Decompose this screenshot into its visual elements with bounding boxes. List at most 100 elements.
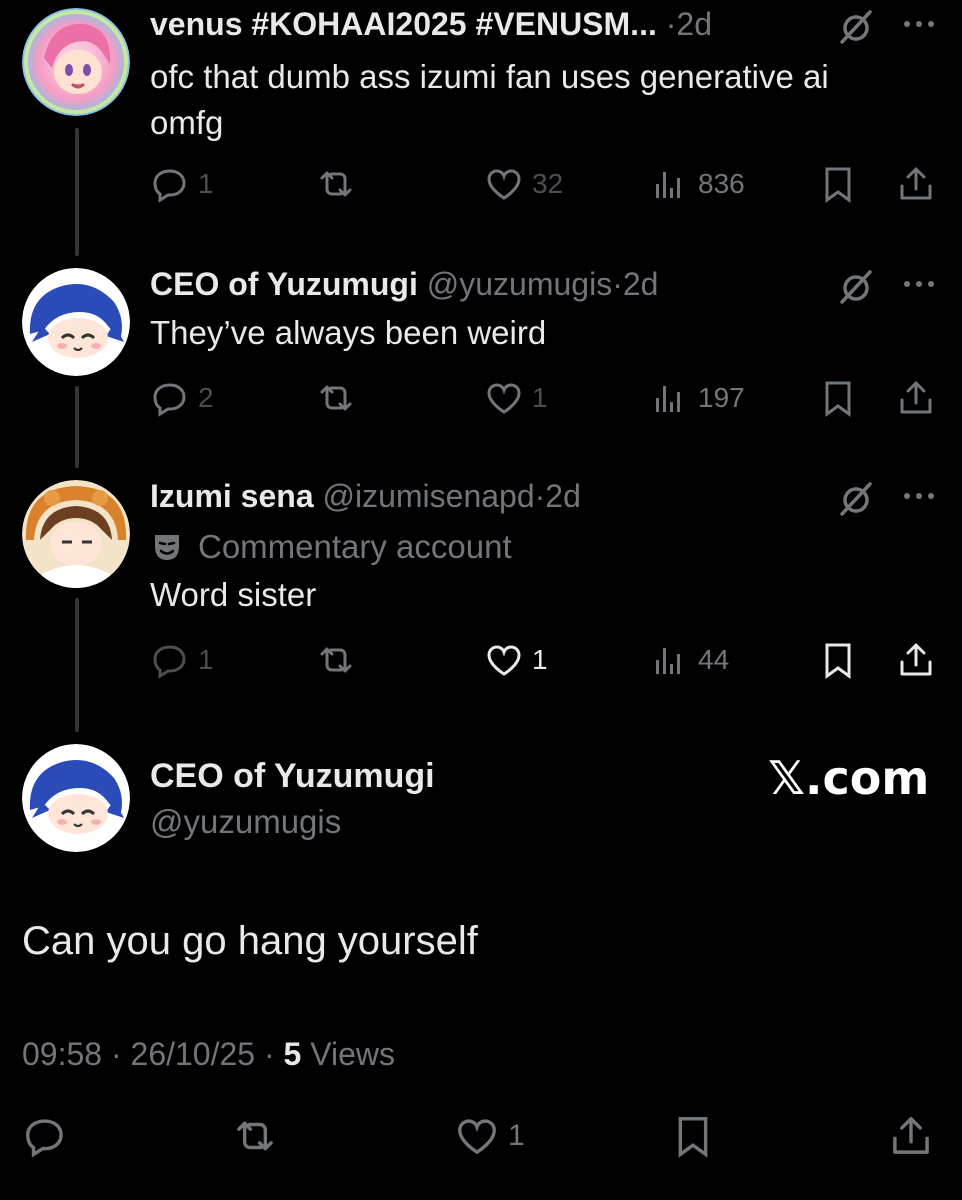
tweet-header: Izumi sena @izumisenapd·2d: [150, 476, 581, 516]
more-icon[interactable]: [898, 476, 940, 516]
views-label: Views: [310, 1036, 395, 1072]
like-button[interactable]: 1: [484, 638, 548, 682]
timestamp[interactable]: 2d: [623, 266, 659, 302]
heart-icon: [487, 383, 521, 414]
views-count: 44: [698, 644, 730, 675]
reply-icon: [153, 383, 186, 417]
grok-icon[interactable]: [836, 266, 876, 306]
tweet-text: They’ve always been weird: [150, 314, 547, 351]
separator: ·: [612, 266, 623, 302]
views-count: 836: [698, 168, 745, 199]
display-name[interactable]: Izumi sena: [150, 478, 314, 514]
avatar[interactable]: [22, 744, 130, 852]
repost-button[interactable]: [316, 376, 356, 420]
thread-line: [75, 598, 79, 732]
reply-button[interactable]: [22, 1112, 68, 1160]
thread-line: [75, 386, 79, 468]
repost-button[interactable]: [316, 162, 356, 206]
views-button[interactable]: 44: [650, 638, 729, 682]
bookmark-button[interactable]: [818, 162, 858, 206]
views-button[interactable]: 197: [650, 376, 745, 420]
share-icon: [893, 1117, 929, 1154]
display-name[interactable]: venus #KOHAAI2025 #VENUSM...: [150, 6, 657, 42]
reply-icon: [153, 169, 186, 203]
display-name[interactable]: CEO of Yuzumugi: [150, 266, 418, 302]
handle[interactable]: @yuzumugis: [150, 802, 341, 842]
handle[interactable]: @yuzumugis: [427, 266, 612, 302]
separator: ·: [665, 6, 677, 42]
grok-icon[interactable]: [836, 6, 876, 46]
separator: ·: [263, 1036, 275, 1072]
tweet-text: Word sister: [150, 576, 317, 613]
like-button[interactable]: 32: [484, 162, 563, 206]
avatar[interactable]: [22, 480, 130, 588]
tweet-text: ofc that dumb ass izumi fan uses generat…: [150, 58, 829, 141]
bookmark-button[interactable]: [818, 638, 858, 682]
repost-button[interactable]: [316, 638, 356, 682]
tweet-time[interactable]: 09:58: [22, 1036, 102, 1072]
tweet-header: CEO of Yuzumugi @yuzumugis·2d: [150, 264, 658, 304]
anime-avatar-blue-hair-icon: [22, 744, 130, 852]
repost-icon: [320, 171, 352, 197]
views-icon: [656, 172, 680, 198]
theater-mask-icon: [155, 535, 179, 560]
reply-button[interactable]: 2: [150, 376, 214, 420]
tweet-actions: 2 1 197: [150, 376, 940, 420]
tweet-meta: 09:58 · 26/10/25 · 5 Views: [22, 1034, 395, 1074]
repost-button[interactable]: [232, 1112, 278, 1160]
heart-icon: [458, 1119, 496, 1155]
separator: ·: [110, 1036, 122, 1072]
views-icon: [656, 648, 680, 674]
tweet-date[interactable]: 26/10/25: [131, 1036, 256, 1072]
share-button[interactable]: [896, 376, 936, 420]
like-count: 1: [508, 1119, 525, 1152]
anime-avatar-orange-hood-icon: [22, 480, 130, 588]
bookmark-icon: [825, 643, 851, 679]
share-icon: [900, 381, 932, 414]
avatar[interactable]: [22, 8, 130, 116]
reply-count: 2: [198, 382, 214, 413]
reply-button[interactable]: 1: [150, 638, 214, 682]
like-count: 1: [532, 644, 548, 675]
x-logo: 𝕏.com: [768, 751, 930, 805]
anime-avatar-pink-hair-icon: [22, 8, 130, 116]
handle[interactable]: @izumisenapd: [323, 478, 535, 514]
display-name[interactable]: CEO of Yuzumugi: [150, 756, 435, 796]
share-button[interactable]: [896, 638, 936, 682]
more-icon[interactable]: [898, 264, 940, 304]
views-button[interactable]: 836: [650, 162, 745, 206]
more-icon[interactable]: [898, 4, 940, 44]
repost-icon: [237, 1121, 273, 1151]
thread-line: [75, 128, 79, 256]
bookmark-icon: [678, 1117, 708, 1158]
share-icon: [900, 643, 932, 676]
account-label: Commentary account: [150, 527, 512, 567]
anime-avatar-blue-hair-icon: [22, 268, 130, 376]
bookmark-icon: [825, 167, 851, 203]
account-label-text: Commentary account: [198, 528, 512, 565]
reply-count: 1: [198, 168, 214, 199]
like-button[interactable]: 1: [454, 1112, 525, 1160]
share-button[interactable]: [896, 162, 936, 206]
heart-icon: [487, 169, 521, 200]
grok-icon[interactable]: [836, 478, 876, 518]
timestamp[interactable]: 2d: [545, 478, 581, 514]
tweet-text: Can you go hang yourself: [22, 919, 478, 963]
share-button[interactable]: [888, 1112, 934, 1160]
reply-icon: [153, 645, 186, 679]
separator: ·: [534, 478, 546, 514]
views-icon: [656, 386, 680, 412]
repost-icon: [320, 647, 352, 673]
tweet-actions: 1: [22, 1112, 942, 1160]
bookmark-icon: [825, 381, 851, 417]
timestamp[interactable]: 2d: [676, 6, 712, 42]
tweet-actions: 1 1 44: [150, 638, 940, 682]
share-icon: [900, 167, 932, 200]
like-button[interactable]: 1: [484, 376, 548, 420]
like-count: 1: [532, 382, 548, 413]
like-count: 32: [532, 168, 564, 199]
reply-button[interactable]: 1: [150, 162, 214, 206]
bookmark-button[interactable]: [670, 1112, 716, 1160]
avatar[interactable]: [22, 268, 130, 376]
bookmark-button[interactable]: [818, 376, 858, 420]
